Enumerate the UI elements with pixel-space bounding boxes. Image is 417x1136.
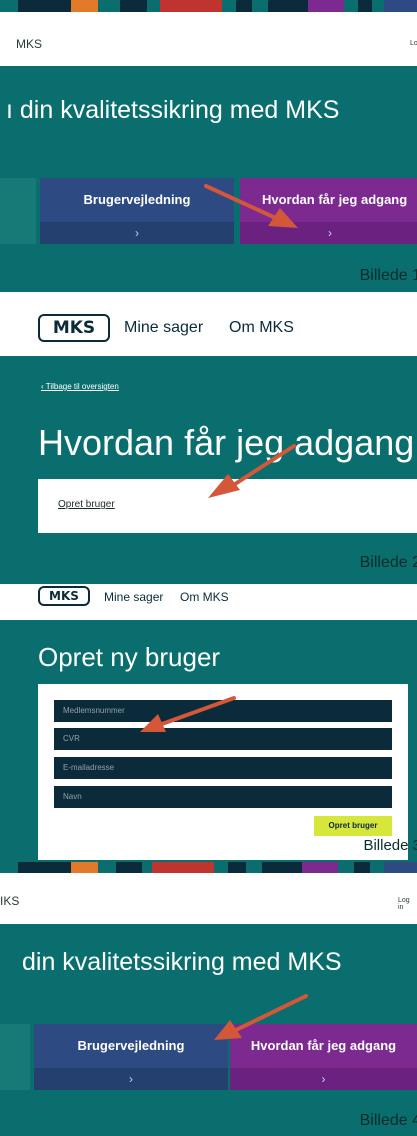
mks-logo[interactable]: MKS [38,586,90,606]
nav-om-mks[interactable]: Om MKS [180,590,229,604]
hero-title: din kvalitetssikring med MKS [22,948,342,976]
color-stripe [0,0,417,12]
brand-name[interactable]: MKS [16,37,42,51]
screen-2: MKS Mine sager Om MKS ‹ Tilbage til over… [0,292,417,584]
nav-mine-sager[interactable]: Mine sager [104,590,163,604]
caption: Billede 3 [363,837,417,854]
card-user-guide-label: Brugervejledning [77,1038,185,1053]
hero-section: ı din kvalitetssikring med MKS Brugervej… [0,66,417,292]
chevron-right-icon: › [34,1068,228,1090]
nav-om-mks[interactable]: Om MKS [229,319,294,337]
name-input[interactable]: Navn [54,786,392,808]
card-left-edge [0,178,36,244]
card-left-edge [0,1024,30,1090]
brand-name[interactable]: IKS [0,894,19,908]
screen-4: IKS Log in din kvalitetssikring med MKS … [0,862,417,1136]
create-user-link[interactable]: Opret bruger [58,499,115,510]
content-section: ‹ Tilbage til oversigten Hvordan får jeg… [0,356,417,584]
caption: Billede 2 [359,554,417,571]
chevron-right-icon: › [240,222,417,244]
form-section: Opret ny bruger Medlemsnummer CVR E-mail… [0,620,417,862]
create-user-button[interactable]: Opret bruger [314,816,392,836]
form-title: Opret ny bruger [38,642,221,672]
card-how-access[interactable]: Hvordan får jeg adgang › [240,178,417,244]
chevron-right-icon: › [230,1068,417,1090]
login-link[interactable]: Lo [410,40,417,47]
color-stripe [0,862,417,873]
screen-3: MKS Mine sager Om MKS Opret ny bruger Me… [0,584,417,862]
caption: Billede 1 [359,267,417,284]
links-panel: Opret bruger [38,479,417,533]
back-to-overview-link[interactable]: ‹ Tilbage til oversigten [41,382,119,391]
card-how-access[interactable]: Hvordan får jeg adgang › [230,1024,417,1090]
card-user-guide[interactable]: Brugervejledning › [34,1024,228,1090]
page-title: Hvordan får jeg adgang [38,422,415,463]
screen-1: MKS Lo ı din kvalitetssikring med MKS Br… [0,0,417,292]
hero-title: ı din kvalitetssikring med MKS [6,96,340,124]
card-user-guide[interactable]: Brugervejledning › [40,178,234,244]
chevron-right-icon: › [40,222,234,244]
card-how-access-label: Hvordan får jeg adgang [262,192,408,207]
cvr-input[interactable]: CVR [54,728,392,750]
card-user-guide-label: Brugervejledning [83,192,191,207]
card-how-access-label: Hvordan får jeg adgang [250,1038,397,1053]
login-link[interactable]: Log in [398,897,417,911]
email-input[interactable]: E-mailadresse [54,757,392,779]
mks-logo[interactable]: MKS [38,314,110,342]
member-number-input[interactable]: Medlemsnummer [54,700,392,722]
caption: Billede 4 [359,1112,417,1129]
hero-section: din kvalitetssikring med MKS Brugervejle… [0,924,417,1136]
nav-mine-sager[interactable]: Mine sager [124,319,203,337]
